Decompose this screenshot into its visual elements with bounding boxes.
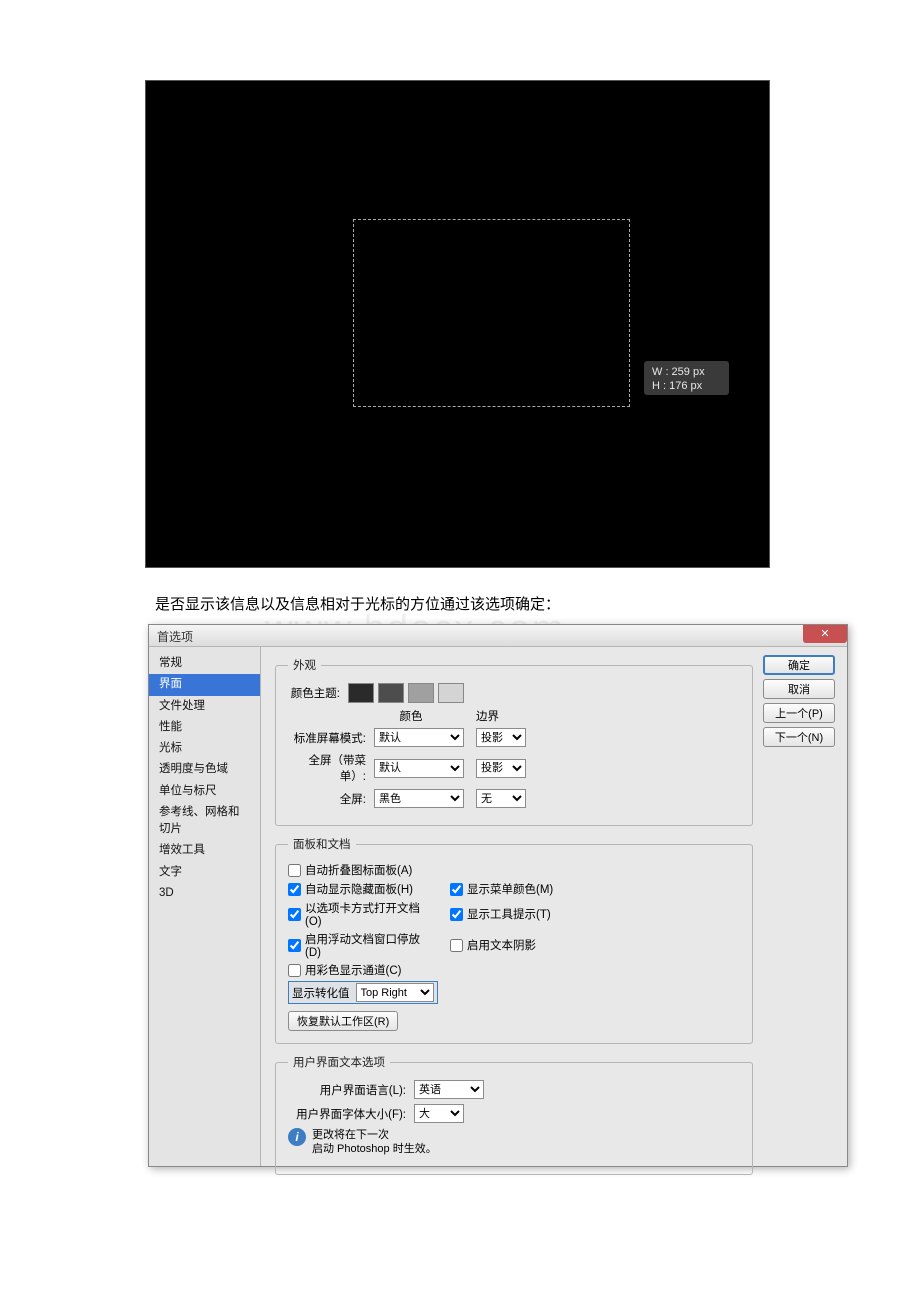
chk-autocollapse[interactable] xyxy=(288,864,301,877)
row-label-fullmenu: 全屏（带菜单）: xyxy=(288,752,366,784)
ok-button[interactable]: 确定 xyxy=(763,655,835,675)
column-color: 颜色 xyxy=(366,708,456,724)
chk-colorchans-label: 用彩色显示通道(C) xyxy=(305,962,401,978)
info-icon: i xyxy=(288,1128,306,1146)
canvas-area: W : 259 px H : 176 px xyxy=(145,80,770,568)
category-sidebar: 常规 界面 文件处理 性能 光标 透明度与色域 单位与标尺 参考线、网格和切片 … xyxy=(149,647,261,1166)
appearance-legend: 外观 xyxy=(288,657,321,673)
appearance-group: 外观 颜色主题: 颜色 边界 标准屏幕模式: 默认 投影 xyxy=(275,657,753,826)
theme-swatch-1[interactable] xyxy=(348,683,374,703)
preferences-dialog: 首选项 ✕ 常规 界面 文件处理 性能 光标 透明度与色域 单位与标尺 参考线、… xyxy=(148,624,848,1167)
fullmenu-border-select[interactable]: 投影 xyxy=(476,759,526,778)
transform-select[interactable]: Top Right xyxy=(356,983,434,1002)
font-select[interactable]: 大 xyxy=(414,1104,464,1123)
info-message: 更改将在下一次 启动 Photoshop 时生效。 xyxy=(312,1128,437,1157)
panels-legend: 面板和文档 xyxy=(288,836,356,852)
sidebar-item-filehandling[interactable]: 文件处理 xyxy=(149,696,260,717)
standard-border-select[interactable]: 投影 xyxy=(476,728,526,747)
sidebar-item-general[interactable]: 常规 xyxy=(149,653,260,674)
panels-group: 面板和文档 自动折叠图标面板(A) 自动显示隐藏面板(H) 显示菜单颜色(M) … xyxy=(275,836,753,1044)
theme-swatch-2[interactable] xyxy=(378,683,404,703)
sidebar-item-interface[interactable]: 界面 xyxy=(149,674,260,695)
sidebar-item-type[interactable]: 文字 xyxy=(149,862,260,883)
chk-menucolor[interactable] xyxy=(450,883,463,896)
chk-tabdocs[interactable] xyxy=(288,908,301,921)
textopts-group: 用户界面文本选项 用户界面语言(L): 英语 用户界面字体大小(F): 大 i … xyxy=(275,1054,753,1175)
chk-tooltips-label: 显示工具提示(T) xyxy=(467,906,551,922)
chk-tooltips[interactable] xyxy=(450,908,463,921)
fullmenu-color-select[interactable]: 默认 xyxy=(374,759,464,778)
chk-autoshow-label: 自动显示隐藏面板(H) xyxy=(305,881,413,897)
sidebar-item-plugins[interactable]: 增效工具 xyxy=(149,840,260,861)
theme-label: 颜色主题: xyxy=(288,685,340,701)
row-label-standard: 标准屏幕模式: xyxy=(288,730,366,746)
chk-floatdock[interactable] xyxy=(288,939,301,952)
column-border: 边界 xyxy=(476,708,536,724)
chk-floatdock-label: 启用浮动文档窗口停放(D) xyxy=(305,931,424,959)
sidebar-item-cursors[interactable]: 光标 xyxy=(149,738,260,759)
chk-textshadow-label: 启用文本阴影 xyxy=(467,937,536,953)
sidebar-item-3d[interactable]: 3D xyxy=(149,883,260,904)
theme-swatch-3[interactable] xyxy=(408,683,434,703)
sidebar-item-performance[interactable]: 性能 xyxy=(149,717,260,738)
row-label-fullscreen: 全屏: xyxy=(288,791,366,807)
chk-tabdocs-label: 以选项卡方式打开文档(O) xyxy=(305,900,424,928)
chk-autocollapse-label: 自动折叠图标面板(A) xyxy=(305,862,412,878)
standard-color-select[interactable]: 默认 xyxy=(374,728,464,747)
sidebar-item-transparency[interactable]: 透明度与色域 xyxy=(149,759,260,780)
dialog-titlebar[interactable]: 首选项 ✕ xyxy=(149,625,847,647)
chk-textshadow[interactable] xyxy=(450,939,463,952)
width-readout: W : 259 px xyxy=(652,365,721,379)
marquee-selection[interactable] xyxy=(353,219,630,407)
font-label: 用户界面字体大小(F): xyxy=(288,1106,406,1122)
sidebar-item-guides[interactable]: 参考线、网格和切片 xyxy=(149,802,260,841)
next-button[interactable]: 下一个(N) xyxy=(763,727,835,747)
size-tooltip: W : 259 px H : 176 px xyxy=(644,361,729,395)
prev-button[interactable]: 上一个(P) xyxy=(763,703,835,723)
theme-swatch-4[interactable] xyxy=(438,683,464,703)
chk-autoshow[interactable] xyxy=(288,883,301,896)
height-readout: H : 176 px xyxy=(652,379,721,393)
lang-label: 用户界面语言(L): xyxy=(288,1082,406,1098)
fullscreen-border-select[interactable]: 无 xyxy=(476,789,526,808)
textopts-legend: 用户界面文本选项 xyxy=(288,1054,390,1070)
reset-workspace-button[interactable]: 恢复默认工作区(R) xyxy=(288,1011,398,1031)
fullscreen-color-select[interactable]: 黑色 xyxy=(374,789,464,808)
dialog-title-text: 首选项 xyxy=(157,630,193,644)
sidebar-item-units[interactable]: 单位与标尺 xyxy=(149,781,260,802)
close-button[interactable]: ✕ xyxy=(803,625,847,643)
chk-menucolor-label: 显示菜单颜色(M) xyxy=(467,881,553,897)
chk-colorchans[interactable] xyxy=(288,964,301,977)
cancel-button[interactable]: 取消 xyxy=(763,679,835,699)
lang-select[interactable]: 英语 xyxy=(414,1080,484,1099)
transform-label: 显示转化值 xyxy=(292,985,350,1001)
